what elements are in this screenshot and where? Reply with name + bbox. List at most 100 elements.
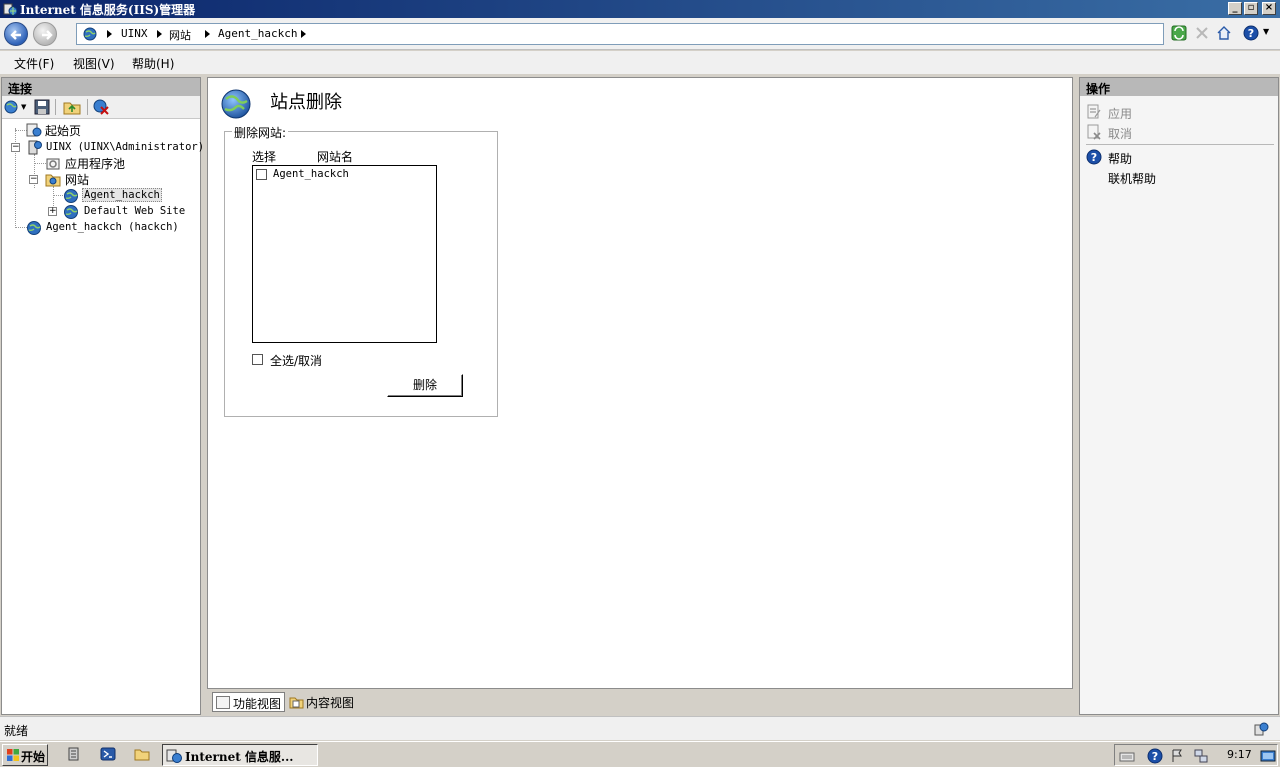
page-title: 站点删除 xyxy=(270,92,342,113)
actions-panel: 操作 应用 取消 ? 帮助 联机帮助 xyxy=(1079,77,1279,715)
menu-view[interactable]: 视图(V) xyxy=(73,55,115,72)
feature-panel: 站点删除 删除网站: 选择 网站名 Agent_hackch 全选/取消 删除 xyxy=(207,77,1073,689)
tab-label: 内容视图 xyxy=(306,696,355,710)
site-globe-icon xyxy=(64,205,78,219)
taskbar: 开始 Internet 信息服... ? 9:17 xyxy=(0,741,1280,767)
menu-bar: 文件(F) 视图(V) 帮助(H) xyxy=(0,51,1280,74)
stop-icon[interactable] xyxy=(1194,25,1210,41)
site-checkbox[interactable] xyxy=(256,169,267,180)
tab-content-view[interactable]: 内容视图 xyxy=(286,692,357,712)
disconnect-icon[interactable] xyxy=(93,99,109,115)
forward-arrow-icon xyxy=(42,30,53,40)
breadcrumb-sites[interactable]: 网站 xyxy=(169,27,191,43)
close-button[interactable]: × xyxy=(1262,2,1276,15)
tree-label: Agent_hackch (hackch) xyxy=(46,221,179,233)
explorer-folder-icon[interactable] xyxy=(134,746,150,762)
tab-features-view[interactable]: 功能视图 xyxy=(212,692,286,712)
actions-header: 操作 xyxy=(1080,78,1278,96)
restore-button[interactable]: ▫ xyxy=(1244,2,1258,15)
start-page-icon xyxy=(26,123,42,137)
menu-file[interactable]: 文件(F) xyxy=(14,55,54,72)
connect-globe-icon[interactable] xyxy=(4,99,20,115)
iis-app-icon xyxy=(3,3,17,16)
toolbar-separator xyxy=(87,99,88,115)
actions-separator xyxy=(1086,144,1274,145)
address-bar[interactable]: UINX 网站 Agent_hackch xyxy=(76,23,1164,45)
system-tray: ? 9:17 xyxy=(1114,744,1278,766)
breadcrumb-separator-icon xyxy=(301,30,306,38)
svg-text:?: ? xyxy=(1152,750,1158,763)
view-tabs: 功能视图 内容视图 xyxy=(207,690,1073,714)
window-title: Internet 信息服务(IIS)管理器 xyxy=(20,3,196,17)
svg-text:?: ? xyxy=(1091,151,1097,164)
breadcrumb-site[interactable]: Agent_hackch xyxy=(218,27,297,40)
server-icon xyxy=(28,140,42,155)
start-button[interactable]: 开始 xyxy=(2,744,48,766)
back-button[interactable] xyxy=(4,22,28,46)
task-item-label: Internet 信息服... xyxy=(185,750,294,764)
content-view-icon xyxy=(289,697,304,709)
home-icon[interactable] xyxy=(1216,25,1232,41)
iis-app-icon xyxy=(166,749,182,763)
windows-logo-icon xyxy=(7,749,19,761)
delete-button[interactable]: 删除 xyxy=(387,374,463,397)
powershell-icon[interactable] xyxy=(100,746,116,762)
up-folder-icon[interactable] xyxy=(63,99,81,115)
list-item[interactable]: Agent_hackch xyxy=(255,168,434,182)
connections-panel: 连接 ▼ 起始页 − UINX (UINX\Administrator) 应用程… xyxy=(1,77,204,715)
action-apply[interactable]: 应用 xyxy=(1108,105,1132,122)
minimize-button[interactable]: _ xyxy=(1228,2,1242,15)
site-globe-icon xyxy=(64,189,78,203)
tree-label: 网站 xyxy=(65,173,90,187)
select-all-label[interactable]: 全选/取消 xyxy=(270,352,322,369)
toolbar-separator xyxy=(55,99,56,115)
tree-expand-icon[interactable]: + xyxy=(48,207,57,216)
clock[interactable]: 9:17 xyxy=(1227,748,1252,761)
breadcrumb-server[interactable]: UINX xyxy=(121,27,148,40)
globe-icon xyxy=(83,27,97,41)
connections-header: 连接 xyxy=(2,78,200,96)
network-status-icon xyxy=(1254,722,1269,736)
action-help[interactable]: 帮助 xyxy=(1108,150,1132,167)
keyboard-icon[interactable] xyxy=(1119,748,1135,764)
network-icon[interactable] xyxy=(1193,748,1209,764)
help-icon[interactable]: ? xyxy=(1243,25,1259,41)
tree-line xyxy=(53,195,63,196)
tree-collapse-icon[interactable]: − xyxy=(29,175,38,184)
help-icon[interactable]: ? xyxy=(1147,748,1163,764)
column-header-site-name: 网站名 xyxy=(317,150,354,164)
title-bar[interactable]: Internet 信息服务(IIS)管理器 _ ▫ × xyxy=(0,0,1280,18)
save-icon[interactable] xyxy=(34,99,50,115)
site-globe-icon xyxy=(27,221,41,235)
tree-label: 应用程序池 xyxy=(65,157,126,171)
features-view-icon xyxy=(216,696,230,709)
forward-button[interactable] xyxy=(33,22,57,46)
select-all-checkbox[interactable] xyxy=(252,354,263,365)
cancel-icon xyxy=(1087,124,1101,140)
start-label: 开始 xyxy=(21,750,46,764)
tree-collapse-icon[interactable]: − xyxy=(11,143,20,152)
tab-label: 功能视图 xyxy=(233,697,282,711)
site-delete-globe-icon xyxy=(221,89,251,119)
taskbar-item-iis-manager[interactable]: Internet 信息服... xyxy=(162,744,318,766)
show-desktop-icon[interactable] xyxy=(1260,748,1276,764)
notification-flag-icon[interactable] xyxy=(1171,748,1183,764)
back-arrow-icon xyxy=(10,30,21,40)
server-manager-icon[interactable] xyxy=(66,746,82,762)
tree-label: 起始页 xyxy=(45,124,82,138)
menu-help[interactable]: 帮助(H) xyxy=(132,55,174,72)
svg-text:?: ? xyxy=(1248,27,1254,40)
action-cancel[interactable]: 取消 xyxy=(1108,125,1132,142)
apply-icon xyxy=(1087,104,1101,119)
help-dropdown-icon[interactable]: ▼ xyxy=(1263,27,1269,36)
breadcrumb-separator-icon xyxy=(107,30,112,38)
action-online-help[interactable]: 联机帮助 xyxy=(1108,170,1156,187)
refresh-icon[interactable] xyxy=(1171,25,1187,41)
breadcrumb-separator-icon xyxy=(205,30,210,38)
site-list[interactable]: Agent_hackch xyxy=(252,165,437,343)
help-icon: ? xyxy=(1086,149,1102,165)
connect-dropdown-icon[interactable]: ▼ xyxy=(21,103,26,111)
breadcrumb-separator-icon xyxy=(157,30,162,38)
tree-label: Default Web Site xyxy=(84,205,186,217)
status-bar: 就绪 xyxy=(0,716,1280,740)
